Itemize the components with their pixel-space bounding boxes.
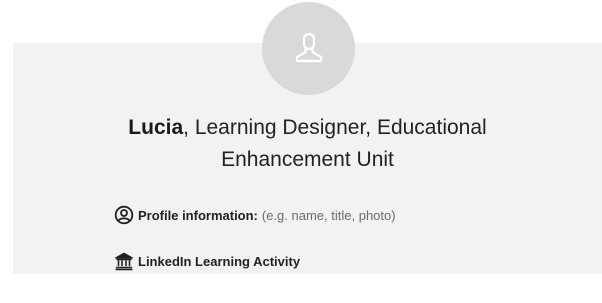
profile-information-hint: (e.g. name, title, photo) bbox=[261, 207, 396, 223]
profile-name: Lucia bbox=[128, 116, 184, 139]
profile-information-row[interactable]: Profile information: (e.g. name, title, … bbox=[113, 204, 396, 226]
profile-information-label: Profile information: bbox=[138, 207, 258, 223]
linkedin-learning-label: LinkedIn Learning Activity bbox=[138, 253, 301, 269]
profile-role: , Learning Designer, Educational bbox=[183, 116, 487, 139]
profile-page: Lucia, Learning Designer, Educational En… bbox=[0, 0, 602, 303]
avatar bbox=[262, 2, 355, 95]
linkedin-learning-row[interactable]: LinkedIn Learning Activity bbox=[113, 250, 300, 272]
profile-headline: Lucia, Learning Designer, Educational En… bbox=[13, 112, 602, 176]
user-silhouette-icon bbox=[292, 32, 326, 66]
profile-circle-icon bbox=[113, 204, 135, 226]
profile-department: Enhancement Unit bbox=[221, 148, 394, 171]
institution-icon bbox=[113, 250, 135, 272]
